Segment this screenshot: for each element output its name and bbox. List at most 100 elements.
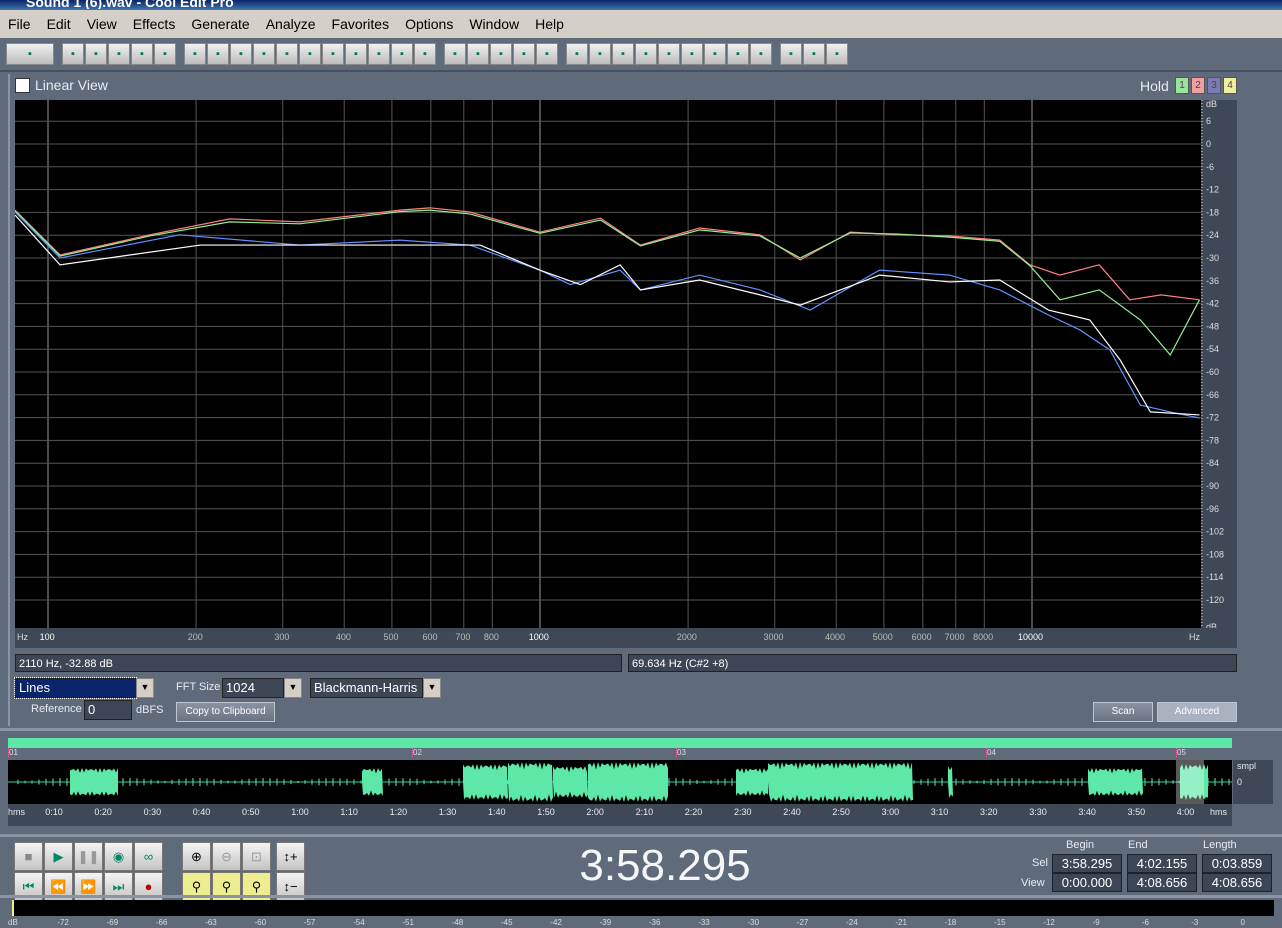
- repeat-icon[interactable]: ▪: [230, 43, 252, 65]
- menu-edit[interactable]: Edit: [39, 16, 79, 32]
- hold-buttons: 1234: [1175, 77, 1237, 94]
- trim-icon[interactable]: ▪: [368, 43, 390, 65]
- spectrum-chart: [14, 100, 1201, 628]
- meter-label: -45: [501, 918, 513, 927]
- menu-help[interactable]: Help: [527, 16, 572, 32]
- zoom-full-icon[interactable]: ⊡: [242, 842, 271, 871]
- scan-button[interactable]: Scan: [1093, 702, 1153, 722]
- envelope-icon[interactable]: ▪: [444, 43, 466, 65]
- mix-paste-icon[interactable]: ▪: [345, 43, 367, 65]
- linear-view-checkbox[interactable]: [15, 78, 30, 93]
- view-end-field[interactable]: 4:08.656: [1127, 873, 1197, 892]
- sel-length-field[interactable]: 0:03.859: [1202, 854, 1272, 873]
- y-tick-label: -18: [1206, 207, 1219, 217]
- time-label: 2:50: [832, 807, 850, 817]
- zoom-controls: ⊕ ⊖ ⊡ ⚲ ⚲ ⚲: [182, 842, 271, 901]
- effect-3-icon[interactable]: ▪: [513, 43, 535, 65]
- menu-view[interactable]: View: [79, 16, 125, 32]
- vertical-zoom-in-icon[interactable]: ↕+: [276, 842, 305, 871]
- play-panel-icon[interactable]: ▪: [635, 43, 657, 65]
- panel-1-icon[interactable]: ▪: [566, 43, 588, 65]
- x-tick-label: 4000: [825, 632, 845, 642]
- select-all-icon[interactable]: ▪: [253, 43, 275, 65]
- hold-button-3[interactable]: 3: [1207, 77, 1221, 94]
- blank-panel-icon[interactable]: ▪: [750, 43, 772, 65]
- menu-options[interactable]: Options: [397, 16, 461, 32]
- overview-scrollbar[interactable]: [8, 738, 1232, 748]
- effect-4-icon[interactable]: ▪: [536, 43, 558, 65]
- reference-input[interactable]: 0: [84, 700, 132, 720]
- cues-panel-icon[interactable]: ▪: [704, 43, 726, 65]
- time-panel-icon[interactable]: ▪: [681, 43, 703, 65]
- levels-panel-icon[interactable]: ▪: [727, 43, 749, 65]
- pause-button[interactable]: ❚❚: [74, 842, 103, 871]
- sel-end-field[interactable]: 4:02.155: [1127, 854, 1197, 873]
- y-tick-label: -24: [1206, 230, 1219, 240]
- cue-marker-02[interactable]: 02: [412, 748, 422, 757]
- paste-icon[interactable]: ▪: [322, 43, 344, 65]
- chevron-down-icon[interactable]: ▼: [423, 678, 441, 698]
- help-icon[interactable]: ▪: [826, 43, 848, 65]
- advanced-button[interactable]: Advanced: [1157, 702, 1237, 722]
- time-label: 0:30: [143, 807, 162, 817]
- cue-marker-03[interactable]: 03: [676, 748, 686, 757]
- save-icon[interactable]: ▪: [108, 43, 130, 65]
- display-mode-select[interactable]: Lines ▼: [14, 677, 154, 699]
- chevron-down-icon[interactable]: ▼: [284, 678, 302, 698]
- cue-marker-05[interactable]: 05: [1176, 748, 1186, 757]
- amplitude-ruler: smpl 0: [1233, 760, 1273, 804]
- waveform-overview[interactable]: [8, 760, 1232, 804]
- waveform-segment: [768, 762, 913, 802]
- menu-file[interactable]: File: [0, 16, 39, 32]
- fft-size-select[interactable]: 1024 ▼: [222, 678, 302, 698]
- time-label: hms: [8, 807, 26, 817]
- panel-3-icon[interactable]: ▪: [612, 43, 634, 65]
- menu-generate[interactable]: Generate: [183, 16, 257, 32]
- spectrum-plot[interactable]: [14, 100, 1201, 628]
- window-function-select[interactable]: Blackmann-Harris ▼: [310, 678, 441, 698]
- copy-to-clipboard-button[interactable]: Copy to Clipboard: [176, 702, 275, 722]
- menu-favorites[interactable]: Favorites: [324, 16, 398, 32]
- menu-window[interactable]: Window: [461, 16, 527, 32]
- open-file-icon[interactable]: ▪: [85, 43, 107, 65]
- meter-label: -24: [846, 918, 858, 927]
- menu-analyze[interactable]: Analyze: [258, 16, 324, 32]
- cue-marker-04[interactable]: 04: [986, 748, 996, 757]
- view-begin-field[interactable]: 0:00.000: [1052, 873, 1122, 892]
- chevron-down-icon[interactable]: ▼: [136, 678, 154, 698]
- save-as-icon[interactable]: ▪: [131, 43, 153, 65]
- sel-begin-field[interactable]: 3:58.295: [1052, 854, 1122, 873]
- multitrack-view-icon[interactable]: ▪: [6, 43, 54, 65]
- marker-bar: 01 02 03 04 05: [8, 748, 1232, 760]
- cue-marker-01[interactable]: 01: [8, 748, 18, 757]
- hold-button-4[interactable]: 4: [1223, 77, 1237, 94]
- view-length-field[interactable]: 4:08.656: [1202, 873, 1272, 892]
- hold-button-2[interactable]: 2: [1191, 77, 1205, 94]
- loop-button[interactable]: ∞: [134, 842, 163, 871]
- menu-effects[interactable]: Effects: [125, 16, 184, 32]
- play-to-end-button[interactable]: ◉: [104, 842, 133, 871]
- hold-button-1[interactable]: 1: [1175, 77, 1189, 94]
- copy-icon[interactable]: ▪: [276, 43, 298, 65]
- panel-2-icon[interactable]: ▪: [589, 43, 611, 65]
- zoom-in-icon[interactable]: ⊕: [182, 842, 211, 871]
- new-file-icon[interactable]: ▪: [62, 43, 84, 65]
- meter-label: -18: [944, 918, 957, 927]
- zoom-panel-icon[interactable]: ▪: [658, 43, 680, 65]
- toolbar: ▪ ▪ ▪ ▪ ▪ ▪ ▪ ▪ ▪ ▪ ▪ ▪ ▪ ▪ ▪ ▪ ▪ ▪ ▪ ▪ ▪ ▪ ▪ ▪ ▪ ▪ ▪ ▪ ▪ ▪ ▪ ▪ ▪ ▪: [0, 38, 1282, 72]
- effect-1-icon[interactable]: ▪: [467, 43, 489, 65]
- favorites-icon[interactable]: ▪: [803, 43, 825, 65]
- cut-icon[interactable]: ▪: [299, 43, 321, 65]
- selection-highlight[interactable]: [1176, 760, 1204, 804]
- zoom-to-selection-icon[interactable]: ▪: [414, 43, 436, 65]
- zoom-out-icon[interactable]: ⊖: [212, 842, 241, 871]
- crop-icon[interactable]: ▪: [391, 43, 413, 65]
- save-selection-icon[interactable]: ▪: [154, 43, 176, 65]
- settings-icon[interactable]: ▪: [780, 43, 802, 65]
- undo-icon[interactable]: ▪: [184, 43, 206, 65]
- redo-icon[interactable]: ▪: [207, 43, 229, 65]
- x-tick-label: 700: [455, 632, 470, 642]
- effect-2-icon[interactable]: ▪: [490, 43, 512, 65]
- stop-button[interactable]: ■: [14, 842, 43, 871]
- play-button[interactable]: ▶: [44, 842, 73, 871]
